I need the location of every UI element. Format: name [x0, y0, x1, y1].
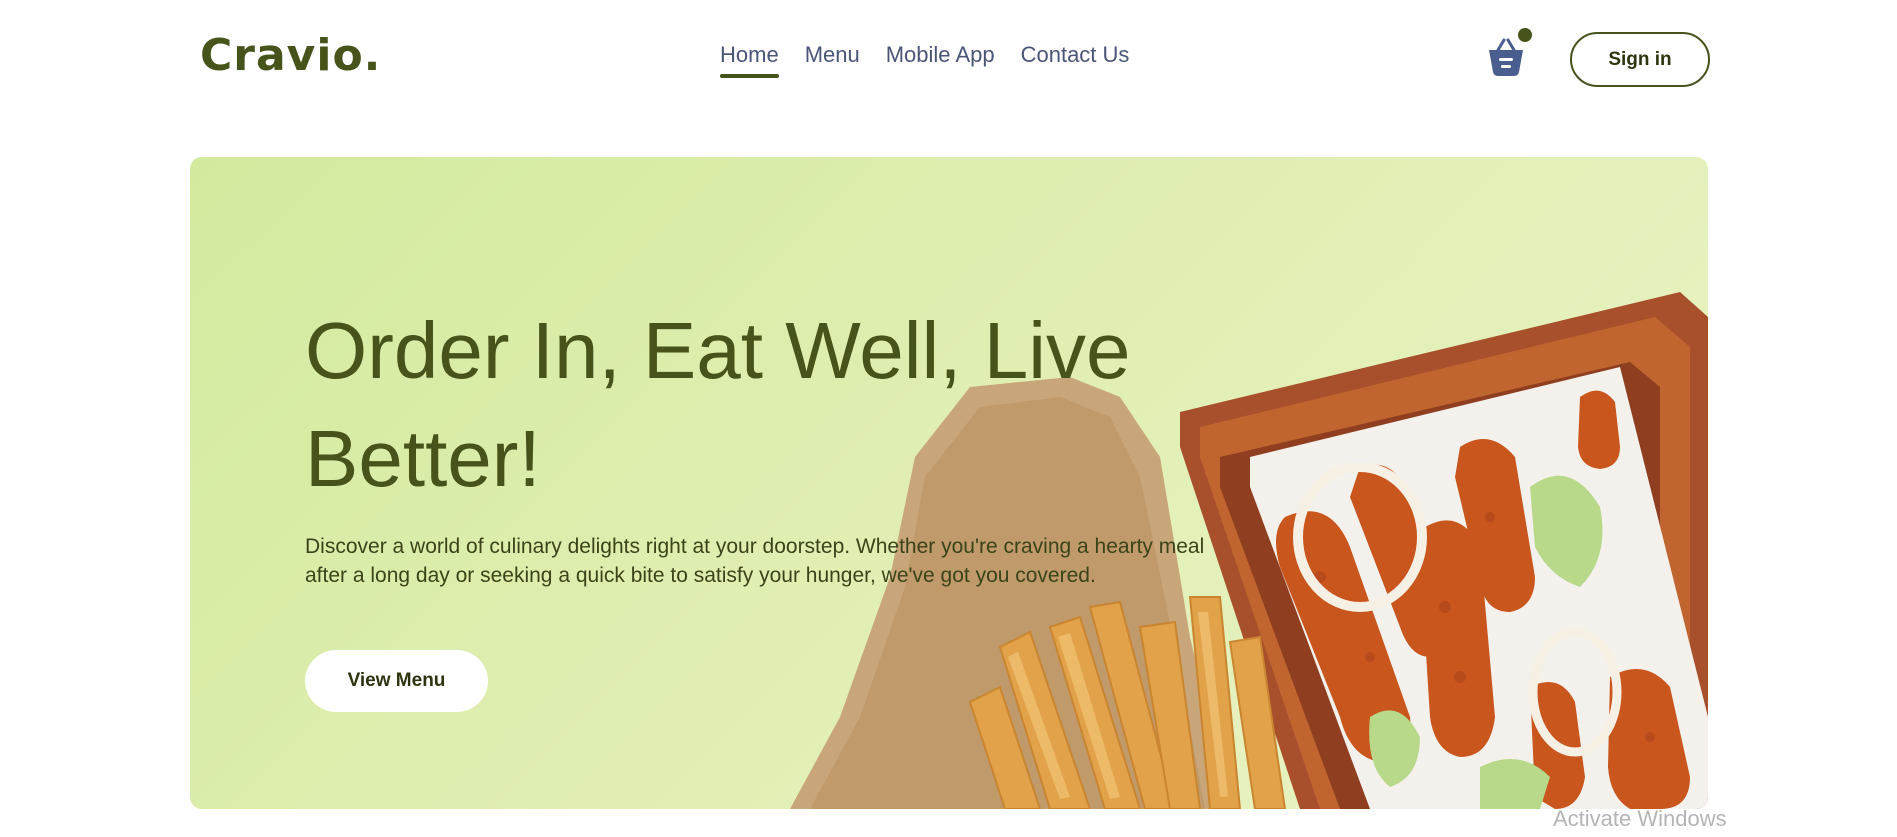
nav-menu[interactable]: Menu: [805, 42, 860, 78]
sign-in-button[interactable]: Sign in: [1570, 32, 1710, 87]
brand-logo[interactable]: Cravio.: [200, 30, 381, 81]
hero-description: Discover a world of culinary delights ri…: [305, 535, 1205, 587]
hero-title: Order In, Eat Well, Live Better!: [305, 306, 1131, 503]
nav-home[interactable]: Home: [720, 42, 779, 78]
nav-contact-us[interactable]: Contact Us: [1021, 42, 1130, 78]
main-nav: Home Menu Mobile App Contact Us: [720, 42, 1129, 78]
activate-windows-watermark: Activate Windows: [1553, 806, 1727, 831]
hero-banner: Order In, Eat Well, Live Better! Discove…: [190, 157, 1708, 809]
basket-icon: [1489, 38, 1523, 76]
view-menu-button[interactable]: View Menu: [305, 650, 488, 712]
cart-notification-dot: [1518, 28, 1532, 42]
cart-button[interactable]: [1486, 28, 1532, 78]
nav-mobile-app[interactable]: Mobile App: [886, 42, 995, 78]
